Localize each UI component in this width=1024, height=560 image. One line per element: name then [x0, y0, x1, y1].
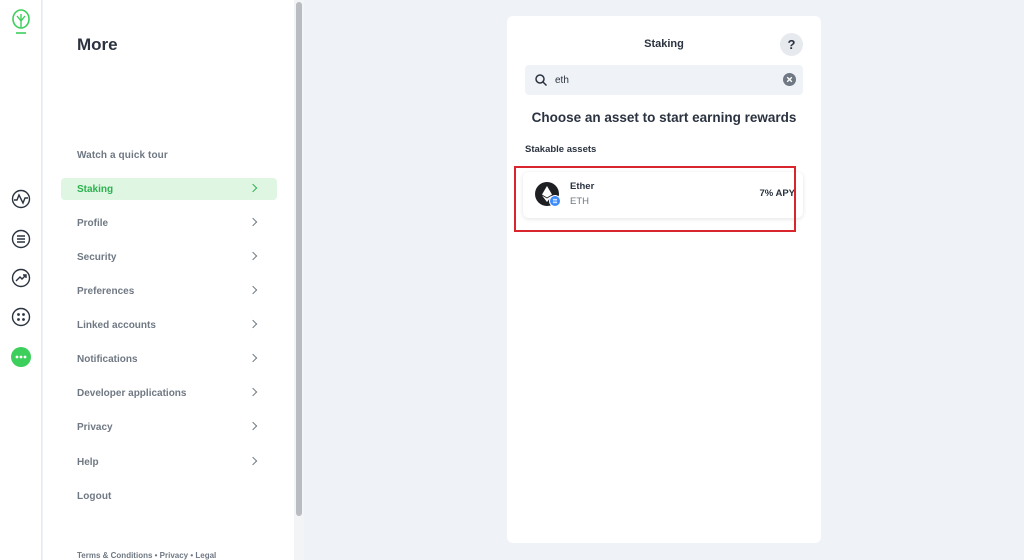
chevron-right-icon [248, 319, 258, 329]
menu-item-developer-applications[interactable]: Developer applications [61, 382, 277, 404]
menu-item-staking[interactable]: Staking [61, 178, 277, 200]
chevron-right-icon [248, 285, 258, 295]
footer-links[interactable]: Terms & Conditions • Privacy • Legal [77, 551, 216, 560]
menu-item-help[interactable]: Help [61, 451, 277, 473]
menu-item-preferences[interactable]: Preferences [61, 280, 277, 302]
menu-item-label: Security [77, 252, 117, 263]
menu-item-linked-accounts[interactable]: Linked accounts [61, 314, 277, 336]
menu-item-label: Linked accounts [77, 320, 156, 331]
menu-item-label: Help [77, 457, 99, 468]
chevron-right-icon [248, 183, 258, 193]
activity-icon[interactable] [11, 189, 31, 209]
icon-rail [0, 0, 42, 560]
page-title: More [77, 35, 118, 54]
panel-scrollbar-thumb[interactable] [296, 2, 302, 516]
chevron-right-icon [248, 421, 258, 431]
chevron-right-icon [248, 387, 258, 397]
menu-item-privacy[interactable]: Privacy [61, 416, 277, 438]
logout-link[interactable]: Logout [77, 491, 111, 502]
list-icon[interactable] [11, 229, 31, 249]
chevron-right-icon [248, 456, 258, 466]
more-panel: More Watch a quick tour Staking Profile … [43, 0, 294, 560]
search-box [525, 65, 803, 95]
menu-item-label: Notifications [77, 354, 138, 365]
staking-headline: Choose an asset to start earning rewards [531, 110, 797, 125]
clear-search-icon[interactable] [783, 73, 796, 86]
card-title: Staking [644, 38, 684, 50]
logo-icon[interactable] [11, 9, 31, 35]
stakable-assets-label: Stakable assets [525, 144, 597, 155]
search-icon [535, 74, 548, 87]
menu-item-label: Privacy [77, 422, 113, 433]
watch-tour-link[interactable]: Watch a quick tour [77, 150, 168, 161]
menu-item-label: Developer applications [77, 388, 187, 399]
help-button[interactable]: ? [780, 33, 803, 56]
menu-item-notifications[interactable]: Notifications [61, 348, 277, 370]
menu-item-label: Staking [77, 184, 114, 195]
menu-item-label: Profile [77, 218, 109, 229]
chevron-right-icon [248, 217, 258, 227]
staking-card: Staking ? Choose an asset to start earni… [507, 16, 821, 543]
trending-icon[interactable] [11, 268, 31, 288]
menu-item-profile[interactable]: Profile [61, 212, 277, 234]
more-icon[interactable] [11, 347, 31, 367]
highlight-box [514, 166, 796, 232]
menu-item-label: Preferences [77, 286, 135, 297]
search-input[interactable] [555, 72, 775, 88]
apps-icon[interactable] [11, 307, 31, 327]
menu-item-security[interactable]: Security [61, 246, 277, 268]
chevron-right-icon [248, 353, 258, 363]
chevron-right-icon [248, 251, 258, 261]
